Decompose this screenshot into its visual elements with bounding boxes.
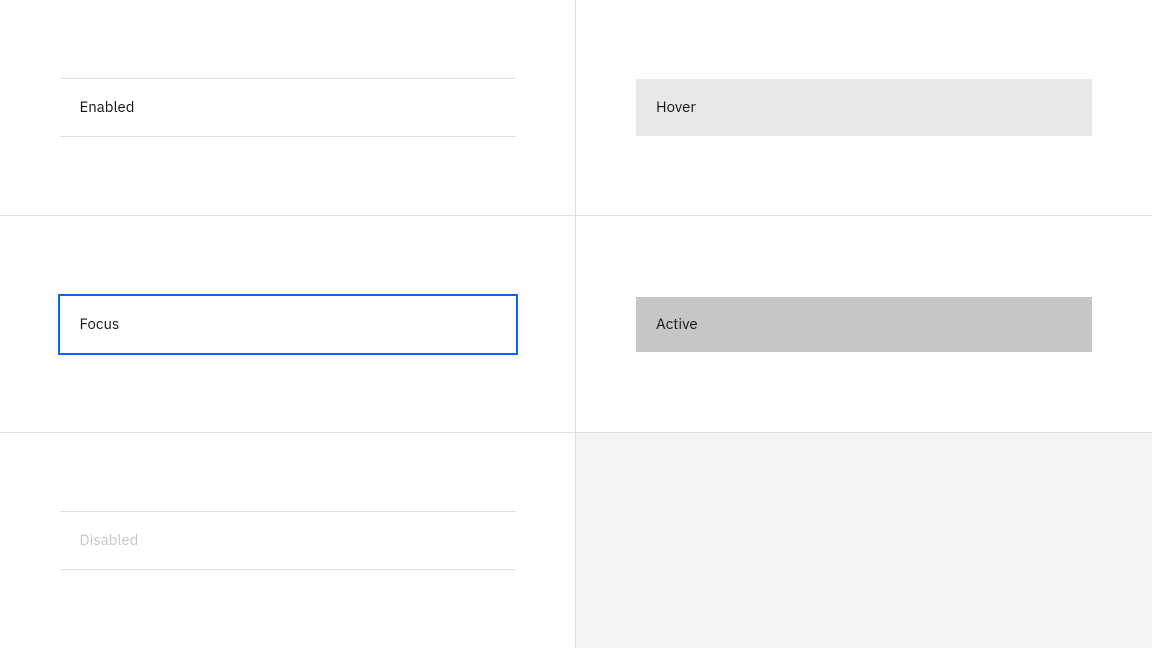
states-grid: Enabled Hover Focus Active Disabled (0, 0, 1152, 648)
cell-active: Active (576, 216, 1152, 433)
list-item-label: Enabled (80, 98, 135, 117)
cell-empty (576, 433, 1152, 648)
list-item-label: Focus (80, 315, 120, 334)
list-item-enabled[interactable]: Enabled (60, 78, 516, 137)
list-item-label: Disabled (80, 531, 139, 550)
list-item-hover[interactable]: Hover (636, 79, 1092, 136)
cell-focus: Focus (0, 216, 576, 433)
cell-disabled: Disabled (0, 433, 576, 648)
cell-enabled: Enabled (0, 0, 576, 216)
list-item-focus[interactable]: Focus (60, 296, 516, 353)
list-item-disabled: Disabled (60, 511, 516, 570)
list-item-label: Hover (656, 98, 696, 117)
list-item-active[interactable]: Active (636, 297, 1092, 352)
cell-hover: Hover (576, 0, 1152, 216)
list-item-label: Active (656, 315, 698, 334)
